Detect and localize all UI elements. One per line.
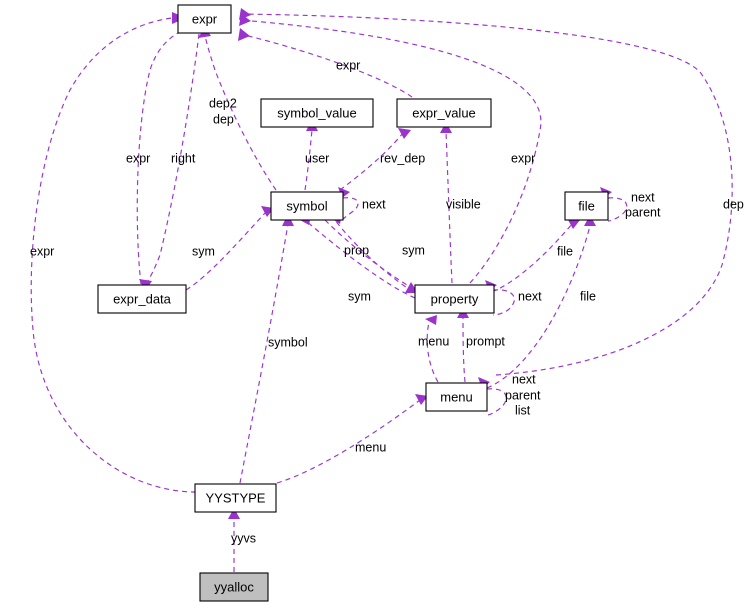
node-yyalloc[interactable]: yyalloc [199, 572, 269, 602]
node-property[interactable]: property [414, 284, 495, 314]
edge-label-sym-prop: sym [402, 243, 425, 257]
node-file[interactable]: file [564, 191, 609, 221]
edge-label-list-menu: list [515, 403, 531, 417]
edge-label-next-menu: next [512, 372, 536, 386]
node-YYSTYPE-label: YYSTYPE [206, 490, 266, 505]
node-expr_value-label: expr_value [412, 105, 476, 120]
node-menu[interactable]: menu [425, 382, 488, 412]
edge-label-expr-right: expr [511, 151, 535, 165]
node-YYSTYPE[interactable]: YYSTYPE [194, 483, 277, 513]
edge-label-sym-lower: sym [348, 289, 371, 303]
node-symbol_value[interactable]: symbol_value [260, 98, 374, 128]
edge-label-prop: prop [344, 243, 369, 257]
edge-label-expr-farleft: expr [30, 244, 54, 258]
node-symbol[interactable]: symbol [270, 191, 344, 221]
edge-label-user: user [305, 151, 329, 165]
edge-label-menu-prop: menu [418, 334, 449, 348]
node-menu-label: menu [440, 389, 473, 404]
edge-label-right: right [171, 151, 196, 165]
node-property-label: property [431, 291, 479, 306]
node-expr_data[interactable]: expr_data [97, 284, 187, 314]
edge-label-file-lower: file [580, 289, 596, 303]
node-yyalloc-label: yyalloc [214, 579, 254, 594]
edge-label-expr-top: expr [336, 58, 360, 72]
edge-label-dep-right: dep [723, 197, 744, 211]
edge-label-symbol-edge: symbol [268, 335, 308, 349]
node-expr[interactable]: expr [177, 4, 232, 34]
node-expr_value[interactable]: expr_value [396, 98, 492, 128]
node-expr_data-label: expr_data [113, 291, 172, 306]
edge-label-expr-left: expr [126, 151, 150, 165]
collaboration-diagram: expr symbol_value expr_value symbol file… [0, 0, 755, 605]
edge-label-visible: visible [446, 197, 481, 211]
edge-label-parent-menu: parent [505, 388, 541, 402]
edge-label-rev_dep: rev_dep [380, 151, 425, 165]
edge-label-next-file: next [631, 190, 655, 204]
edge-label-dep2: dep2 [209, 96, 237, 110]
node-file-label: file [578, 198, 595, 213]
node-symbol-label: symbol [286, 198, 327, 213]
node-symbol_value-label: symbol_value [277, 105, 357, 120]
edge-label-next-symbol: next [362, 197, 386, 211]
edge-label-sym-left: sym [192, 244, 215, 258]
edge-label-next-prop: next [518, 289, 542, 303]
edge-label-file-left: file [557, 244, 573, 258]
edge-label-yyvs: yyvs [231, 531, 256, 545]
edge-label-prompt: prompt [466, 334, 505, 348]
edge-label-parent-file: parent [625, 205, 661, 219]
edge-label-menu-edge: menu [355, 440, 386, 454]
edge-label-dep: dep [213, 112, 234, 126]
node-expr-label: expr [192, 11, 218, 26]
